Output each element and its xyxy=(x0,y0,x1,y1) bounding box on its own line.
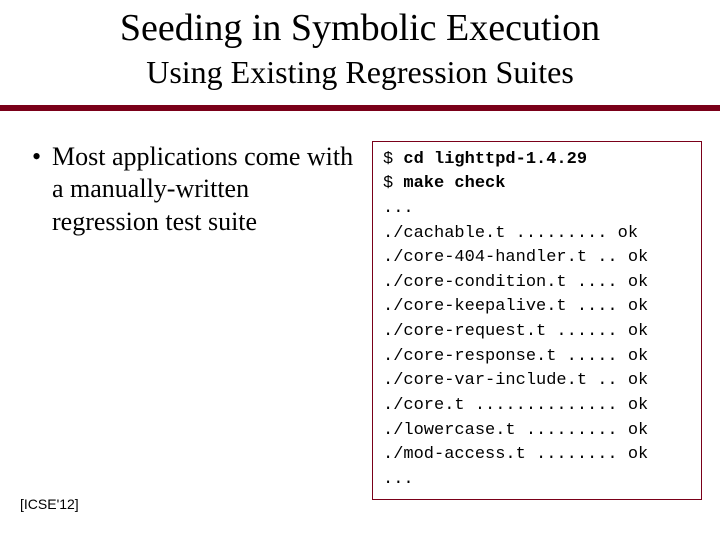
terminal-box: $ cd lighttpd-1.4.29 $ make check ... ./… xyxy=(372,141,702,500)
prompt-2: $ xyxy=(383,174,393,193)
command-cd: cd lighttpd-1.4.29 xyxy=(403,150,587,169)
slide-body: Most applications come with a manually-w… xyxy=(0,111,720,500)
terminal-line: ./core-request.t ...... ok xyxy=(383,322,648,341)
terminal-line: ... xyxy=(383,199,414,218)
slide: Seeding in Symbolic Execution Using Exis… xyxy=(0,0,720,540)
bullet-column: Most applications come with a manually-w… xyxy=(18,141,358,239)
terminal-line: ./core-keepalive.t .... ok xyxy=(383,297,648,316)
bullet-item: Most applications come with a manually-w… xyxy=(36,141,358,239)
terminal-line: ./lowercase.t ......... ok xyxy=(383,421,648,440)
slide-title: Seeding in Symbolic Execution xyxy=(0,0,720,50)
prompt-1: $ xyxy=(383,150,393,169)
terminal-line: ... xyxy=(383,470,414,489)
terminal-line: ./mod-access.t ........ ok xyxy=(383,445,648,464)
command-make-check: make check xyxy=(403,174,505,193)
terminal-line: ./core-condition.t .... ok xyxy=(383,273,648,292)
terminal-line: ./core.t .............. ok xyxy=(383,396,648,415)
terminal-column: $ cd lighttpd-1.4.29 $ make check ... ./… xyxy=(372,141,702,500)
slide-subtitle: Using Existing Regression Suites xyxy=(0,50,720,91)
terminal-line: ./cachable.t ......... ok xyxy=(383,224,638,243)
terminal-line: ./core-response.t ..... ok xyxy=(383,347,648,366)
terminal-line: ./core-404-handler.t .. ok xyxy=(383,248,648,267)
terminal-line: ./core-var-include.t .. ok xyxy=(383,371,648,390)
citation: [ICSE'12] xyxy=(20,496,79,512)
